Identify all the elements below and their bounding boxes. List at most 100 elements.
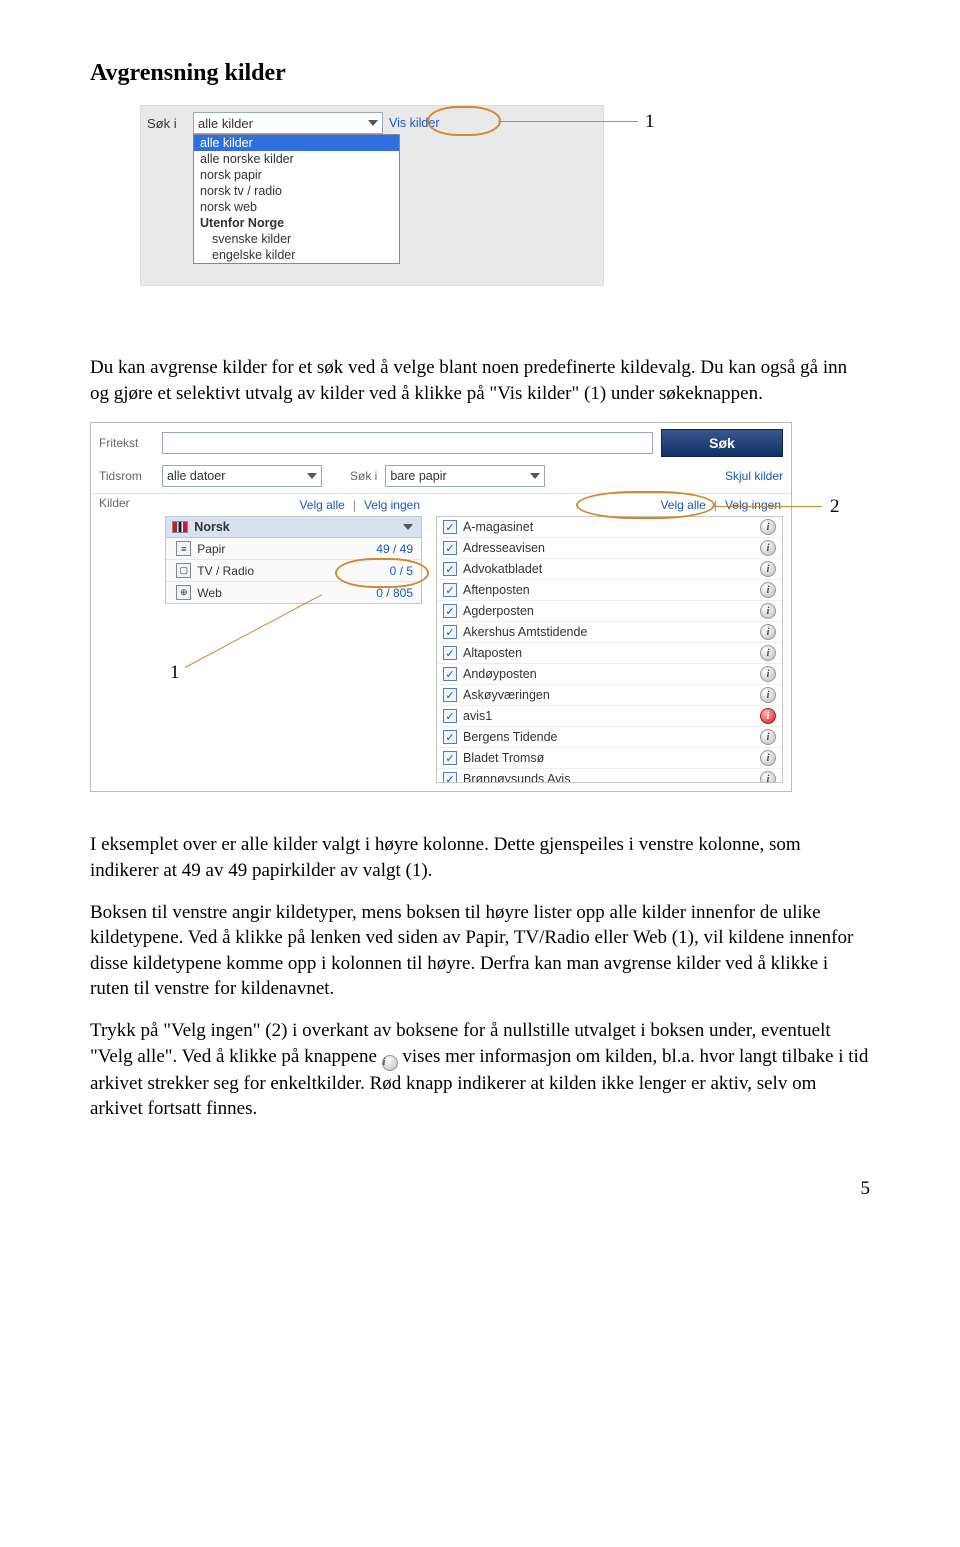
dropdown-option[interactable]: norsk papir <box>194 167 399 183</box>
info-icon[interactable]: i <box>760 561 776 577</box>
annotation-label-2: 2 <box>830 496 840 518</box>
source-row[interactable]: ✓Askøyværingeni <box>437 685 782 706</box>
checkbox[interactable]: ✓ <box>443 751 457 765</box>
info-icon[interactable]: i <box>760 687 776 703</box>
skjul-kilder-link[interactable]: Skjul kilder <box>725 469 783 483</box>
velg-alle-link-right[interactable]: Velg alle <box>660 498 705 512</box>
info-icon[interactable]: i <box>760 729 776 745</box>
source-row[interactable]: ✓ Altaposten i <box>437 643 782 664</box>
screenshot-sources-panel: Fritekst Søk Tidsrom alle datoer Søk i b… <box>90 422 792 792</box>
source-row[interactable]: ✓ avis1 i <box>437 706 782 727</box>
fritekst-label: Fritekst <box>99 436 154 450</box>
source-select[interactable]: alle kilder <box>193 112 383 134</box>
web-icon: ⊕ <box>176 585 191 600</box>
body-paragraph: Boksen til venstre angir kildetyper, men… <box>90 900 870 1003</box>
velg-alle-link-left[interactable]: Velg alle <box>299 498 344 512</box>
info-icon-inactive[interactable]: i <box>760 708 776 724</box>
info-icon[interactable]: i <box>760 603 776 619</box>
figure-2-wrap: Fritekst Søk Tidsrom alle datoer Søk i b… <box>90 422 870 822</box>
checkbox[interactable]: ✓ <box>443 562 457 576</box>
type-row-papir[interactable]: ≡ Papir 49 / 49 <box>166 538 421 560</box>
dropdown-option[interactable]: norsk web <box>194 199 399 215</box>
dropdown-option[interactable]: engelske kilder <box>194 247 399 263</box>
checkbox[interactable]: ✓ <box>443 625 457 639</box>
checkbox[interactable]: ✓ <box>443 520 457 534</box>
source-row[interactable]: ✓Andøyposteni <box>437 664 782 685</box>
vis-kilder-link[interactable]: Vis kilder <box>389 116 439 130</box>
fritekst-input[interactable] <box>162 432 653 454</box>
type-label: TV / Radio <box>197 564 254 578</box>
source-name: Brønnøysunds Avis <box>463 772 570 783</box>
type-label: Papir <box>197 542 225 556</box>
checkbox[interactable]: ✓ <box>443 646 457 660</box>
checkbox[interactable]: ✓ <box>443 583 457 597</box>
checkbox[interactable]: ✓ <box>443 709 457 723</box>
chevron-down-icon <box>403 524 413 530</box>
tidsrom-label: Tidsrom <box>99 469 154 483</box>
source-name: avis1 <box>463 709 492 723</box>
source-row[interactable]: ✓ Bladet Tromsø i <box>437 748 782 769</box>
checkbox[interactable]: ✓ <box>443 772 457 783</box>
norway-flag-icon <box>172 521 188 533</box>
type-label: Web <box>197 586 221 600</box>
source-name: Altaposten <box>463 646 522 660</box>
checkbox[interactable]: ✓ <box>443 667 457 681</box>
norsk-label: Norsk <box>194 520 229 534</box>
dropdown-option[interactable]: norsk tv / radio <box>194 183 399 199</box>
source-row[interactable]: ✓ A-magasinet i <box>437 517 782 538</box>
source-row[interactable]: ✓Adresseaviseni <box>437 538 782 559</box>
source-row[interactable]: ✓ Aftenposten i <box>437 580 782 601</box>
sources-list[interactable]: ✓ A-magasinet i ✓Adresseaviseni ✓ Advokatbl… <box>436 516 783 783</box>
soki-select[interactable]: bare papir <box>385 465 545 487</box>
chevron-down-icon <box>368 120 378 126</box>
checkbox[interactable]: ✓ <box>443 730 457 744</box>
info-icon-inline: i <box>382 1055 398 1071</box>
source-select-value: alle kilder <box>198 116 253 131</box>
dropdown-option[interactable]: alle kilder <box>194 135 399 151</box>
search-button[interactable]: Søk <box>661 429 783 457</box>
kilder-label: Kilder <box>99 496 151 783</box>
source-row[interactable]: ✓ Advokatbladet i <box>437 559 782 580</box>
body-paragraph: I eksemplet over er alle kilder valgt i … <box>90 832 870 883</box>
info-icon[interactable]: i <box>760 582 776 598</box>
type-count: 0 / 805 <box>376 586 413 600</box>
info-icon[interactable]: i <box>760 666 776 682</box>
checkbox[interactable]: ✓ <box>443 688 457 702</box>
source-row[interactable]: ✓ Brønnøysunds Avis i <box>437 769 782 783</box>
annotation-label-1b: 1 <box>170 662 180 684</box>
tidsrom-select[interactable]: alle datoer <box>162 465 322 487</box>
info-icon[interactable]: i <box>760 750 776 766</box>
source-name: Advokatbladet <box>463 562 542 576</box>
type-row-tvradio[interactable]: ▢TV / Radio 0 / 5 <box>166 560 421 582</box>
separator: | <box>353 498 356 512</box>
info-icon[interactable]: i <box>760 771 776 783</box>
paper-icon: ≡ <box>176 541 191 556</box>
body-paragraph: Trykk på "Velg ingen" (2) i overkant av … <box>90 1018 870 1122</box>
source-dropdown-list[interactable]: alle kilder alle norske kilder norsk pap… <box>193 134 400 264</box>
dropdown-group: Utenfor Norge <box>194 215 399 231</box>
checkbox[interactable]: ✓ <box>443 541 457 555</box>
source-name: Bladet Tromsø <box>463 751 544 765</box>
source-name: Agderposten <box>463 604 534 618</box>
velg-ingen-link-left[interactable]: Velg ingen <box>364 498 420 512</box>
chevron-down-icon <box>307 473 317 479</box>
source-name: A-magasinet <box>463 520 533 534</box>
checkbox[interactable]: ✓ <box>443 604 457 618</box>
norsk-row[interactable]: Norsk <box>166 517 421 538</box>
type-count: 49 / 49 <box>376 542 413 556</box>
dropdown-option[interactable]: svenske kilder <box>194 231 399 247</box>
type-row-web[interactable]: ⊕ Web 0 / 805 <box>166 582 421 603</box>
source-row[interactable]: ✓Akershus Amtstidendei <box>437 622 782 643</box>
info-icon[interactable]: i <box>760 519 776 535</box>
annotation-line <box>712 506 822 507</box>
info-icon[interactable]: i <box>760 624 776 640</box>
info-icon[interactable]: i <box>760 540 776 556</box>
dropdown-option[interactable]: alle norske kilder <box>194 151 399 167</box>
screenshot-dropdown: Søk i alle kilder Vis kilder alle kilder… <box>140 105 604 286</box>
source-row[interactable]: ✓Bergens Tidendei <box>437 727 782 748</box>
velg-ingen-link-right[interactable]: Velg ingen <box>725 498 781 512</box>
info-icon[interactable]: i <box>760 645 776 661</box>
source-row[interactable]: ✓ Agderposten i <box>437 601 782 622</box>
source-name: Aftenposten <box>463 583 530 597</box>
page-title: Avgrensning kilder <box>90 60 870 87</box>
